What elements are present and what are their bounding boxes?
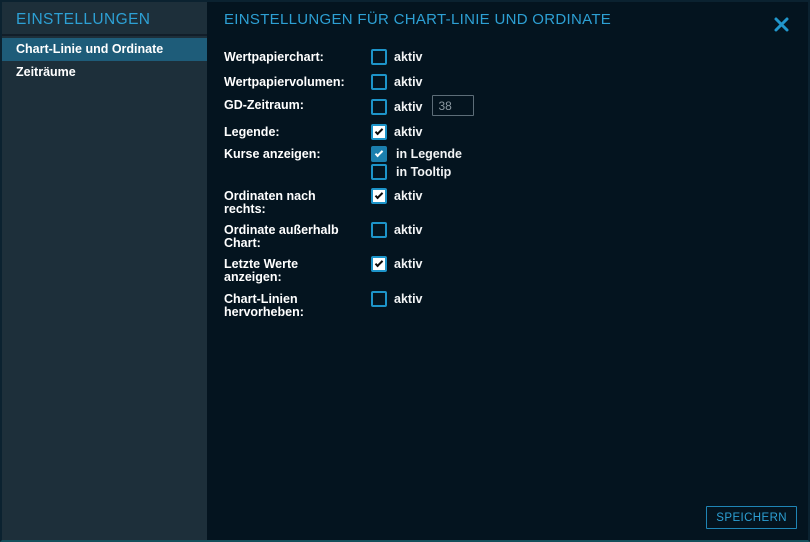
row-letzte-werte-anzeigen: Letzte Werte anzeigen: aktiv [224, 256, 798, 284]
checkbox-wertpapiervolumen[interactable] [371, 74, 387, 90]
checkbox-chart-linien-hervorheben[interactable] [371, 291, 387, 307]
checkbox-ordinate-ausserhalb-chart[interactable] [371, 222, 387, 238]
row-ordinate-ausserhalb-chart: Ordinate außerhalb Chart: aktiv [224, 222, 798, 250]
checkbox-gd-zeitraum[interactable] [371, 99, 387, 115]
main-panel: EINSTELLUNGEN FÜR CHART-LINIE UND ORDINA… [207, 2, 808, 540]
sidebar-items: Chart-Linie und Ordinate Zeiträume [2, 36, 207, 84]
field-label: Ordinaten nach rechts: [224, 188, 348, 216]
field-label: Chart-Linien hervorheben: [224, 291, 348, 319]
check-icon [375, 190, 383, 198]
settings-dialog: EINSTELLUNGEN Chart-Linie und Ordinate Z… [0, 0, 810, 542]
field-label: Wertpapiervolumen: [224, 74, 348, 89]
checkbox-label[interactable]: aktiv [394, 256, 423, 272]
row-kurse-anzeigen: Kurse anzeigen: in Legende in Tooltip [224, 146, 798, 180]
sidebar-item-zeitraeume[interactable]: Zeiträume [2, 61, 207, 84]
check-icon [375, 258, 383, 266]
field-label: GD-Zeitraum: [224, 97, 348, 112]
row-legende: Legende: aktiv [224, 124, 798, 140]
checkbox-label[interactable]: in Tooltip [396, 164, 451, 180]
sidebar-title: EINSTELLUNGEN [16, 11, 207, 29]
checkbox-ordinaten-nach-rechts[interactable] [371, 188, 387, 204]
checkbox-in-legende[interactable] [371, 146, 387, 162]
field-label: Letzte Werte anzeigen: [224, 256, 348, 284]
sidebar-header: EINSTELLUNGEN [2, 2, 207, 36]
row-wertpapiervolumen: Wertpapiervolumen: aktiv [224, 74, 798, 90]
checkbox-label[interactable]: aktiv [394, 124, 423, 140]
sidebar: EINSTELLUNGEN Chart-Linie und Ordinate Z… [2, 2, 207, 540]
checkbox-label[interactable]: aktiv [394, 49, 423, 65]
checkbox-wertpapierchart[interactable] [371, 49, 387, 65]
checkbox-label[interactable]: aktiv [394, 291, 423, 307]
row-chart-linien-hervorheben: Chart-Linien hervorheben: aktiv [224, 291, 798, 319]
field-label: Kurse anzeigen: [224, 146, 348, 161]
checkbox-label[interactable]: aktiv [394, 99, 423, 115]
check-icon [375, 126, 383, 134]
checkbox-legende[interactable] [371, 124, 387, 140]
field-label: Legende: [224, 124, 348, 139]
row-wertpapierchart: Wertpapierchart: aktiv [224, 49, 798, 65]
checkbox-label[interactable]: aktiv [394, 222, 423, 238]
field-label: Ordinate außerhalb Chart: [224, 222, 348, 250]
checkbox-in-tooltip[interactable] [371, 164, 387, 180]
page-title: EINSTELLUNGEN FÜR CHART-LINIE UND ORDINA… [224, 11, 611, 28]
row-ordinaten-nach-rechts: Ordinaten nach rechts: aktiv [224, 188, 798, 216]
close-icon[interactable] [771, 14, 791, 34]
sidebar-item-chart-linie-und-ordinate[interactable]: Chart-Linie und Ordinate [2, 38, 207, 61]
save-button[interactable]: SPEICHERN [706, 506, 797, 529]
checkbox-label[interactable]: aktiv [394, 188, 423, 204]
row-gd-zeitraum: GD-Zeitraum: aktiv [224, 97, 798, 116]
check-icon [375, 148, 383, 156]
gd-zeitraum-input[interactable] [432, 95, 474, 116]
checkbox-letzte-werte-anzeigen[interactable] [371, 256, 387, 272]
checkbox-label[interactable]: in Legende [396, 146, 462, 162]
field-label: Wertpapierchart: [224, 49, 348, 64]
checkbox-label[interactable]: aktiv [394, 74, 423, 90]
